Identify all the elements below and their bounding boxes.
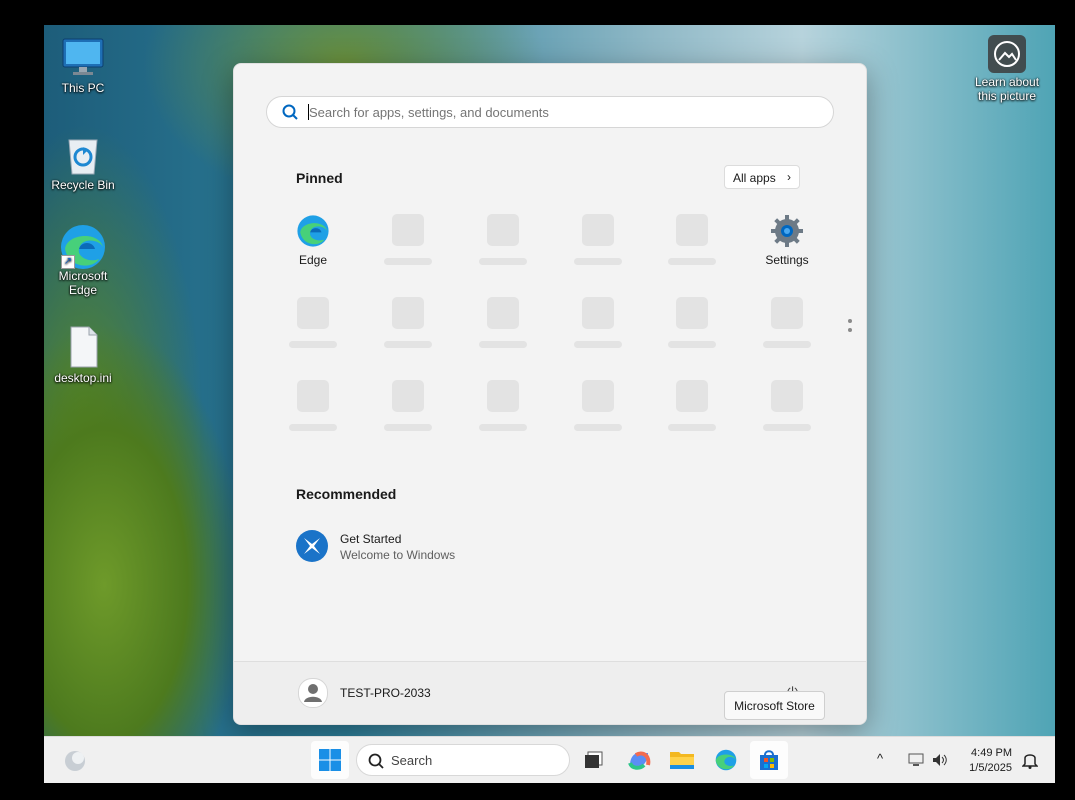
chevron-up-icon[interactable]: ^ <box>877 751 883 766</box>
shortcut-arrow-icon: ↗ <box>61 255 75 269</box>
learn-about-label: Learn about this picture <box>974 75 1040 103</box>
pinned-app-placeholder[interactable] <box>368 380 448 431</box>
taskbar-search[interactable]: Search <box>356 744 570 776</box>
pinned-app-settings[interactable]: Settings <box>747 214 827 267</box>
start-icon <box>319 749 341 771</box>
pinned-app-placeholder[interactable] <box>463 297 543 348</box>
pinned-app-label: Settings <box>765 253 809 267</box>
camera-icon <box>988 35 1026 73</box>
desktop-wallpaper[interactable]: This PC Recycle Bin ↗ Microsoft Edge des… <box>44 25 1055 736</box>
edge-icon <box>296 214 330 248</box>
task-view-icon[interactable] <box>576 741 614 779</box>
pinned-app-placeholder[interactable] <box>273 297 353 348</box>
desktop-icon-label: desktop.ini <box>54 371 112 385</box>
monitor-icon <box>61 35 105 79</box>
tooltip: Microsoft Store <box>724 691 825 720</box>
pinned-app-placeholder[interactable] <box>558 380 638 431</box>
gear-icon <box>770 214 804 248</box>
start-search-box[interactable] <box>266 96 834 128</box>
pinned-title: Pinned <box>296 170 343 186</box>
recycle-bin-icon <box>61 132 105 176</box>
clock-date: 1/5/2025 <box>969 762 1012 774</box>
pinned-app-placeholder[interactable] <box>368 214 448 265</box>
all-apps-label: All apps <box>733 171 776 185</box>
recommended-item-get-started[interactable]: Get Started Welcome to Windows <box>296 530 496 564</box>
taskbar-search-label: Search <box>391 753 433 768</box>
network-icon[interactable] <box>908 753 924 772</box>
desktop-icon-label: Recycle Bin <box>51 178 115 192</box>
desktop-icon-microsoft-edge[interactable]: ↗ Microsoft Edge <box>44 223 122 297</box>
pinned-app-placeholder[interactable] <box>652 214 732 265</box>
edge-icon: ↗ <box>61 223 105 269</box>
recommended-item-title: Get Started <box>340 532 402 546</box>
start-button[interactable] <box>311 741 349 779</box>
desktop-icon-this-pc[interactable]: This PC <box>44 35 122 95</box>
copilot-icon[interactable] <box>620 741 658 779</box>
chevron-right-icon: › <box>787 170 791 184</box>
start-search-input[interactable] <box>307 101 811 123</box>
pinned-app-placeholder[interactable] <box>747 297 827 348</box>
pinned-app-placeholder[interactable] <box>652 380 732 431</box>
file-explorer-icon[interactable] <box>663 741 701 779</box>
clock-time: 4:49 PM <box>971 747 1012 759</box>
pinned-app-edge[interactable]: Edge <box>273 214 353 267</box>
pinned-app-placeholder[interactable] <box>747 380 827 431</box>
start-menu: Pinned All apps › Edge <box>233 63 867 725</box>
desktop-icon-label: Microsoft Edge <box>58 269 108 297</box>
desktop-icon-recycle-bin[interactable]: Recycle Bin <box>44 132 122 192</box>
widgets-icon[interactable] <box>56 741 94 779</box>
recommended-title: Recommended <box>296 486 397 502</box>
pinned-app-label: Edge <box>298 253 328 267</box>
learn-about-picture[interactable]: Learn about this picture <box>968 35 1046 103</box>
pinned-app-placeholder[interactable] <box>558 214 638 265</box>
pinned-app-placeholder[interactable] <box>652 297 732 348</box>
pinned-app-placeholder[interactable] <box>463 380 543 431</box>
pinned-app-placeholder[interactable] <box>368 297 448 348</box>
desktop-icon-label: This PC <box>61 81 105 95</box>
all-apps-button[interactable]: All apps › <box>724 165 800 189</box>
pinned-app-placeholder[interactable] <box>463 214 543 265</box>
taskbar: Search ^ 4:49 PM 1/5/2025 <box>44 736 1055 783</box>
search-icon <box>367 752 385 775</box>
page-dots-indicator[interactable] <box>848 319 852 337</box>
pinned-app-placeholder[interactable] <box>273 380 353 431</box>
screen: This PC Recycle Bin ↗ Microsoft Edge des… <box>44 25 1055 783</box>
volume-icon[interactable] <box>931 752 949 773</box>
user-name: TEST-PRO-2033 <box>340 686 431 700</box>
search-icon <box>281 103 299 126</box>
file-icon <box>61 325 105 369</box>
edge-icon[interactable] <box>707 741 745 779</box>
get-started-icon <box>296 530 328 567</box>
recommended-item-subtitle: Welcome to Windows <box>340 548 456 562</box>
microsoft-store-icon[interactable] <box>750 741 788 779</box>
notification-icon[interactable] <box>1021 751 1039 774</box>
clock[interactable]: 4:49 PM 1/5/2025 <box>958 746 1012 776</box>
desktop-icon-desktop-ini[interactable]: desktop.ini <box>44 325 122 385</box>
pinned-app-placeholder[interactable] <box>558 297 638 348</box>
avatar <box>298 678 328 708</box>
